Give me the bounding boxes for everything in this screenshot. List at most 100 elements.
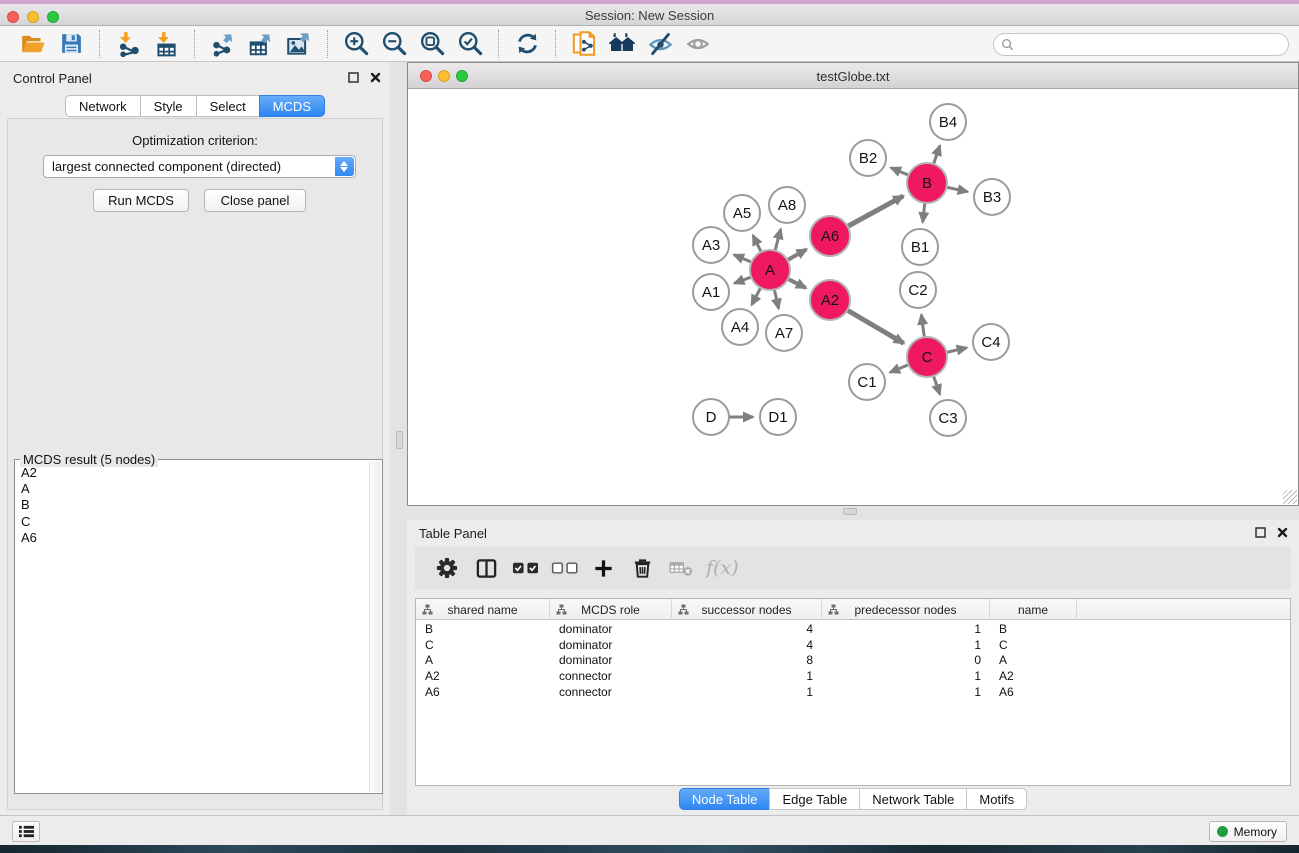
graph-node-A8[interactable]: A8	[768, 186, 806, 224]
search-box	[993, 33, 1289, 56]
criterion-select[interactable]: largest connected component (directed)	[43, 155, 356, 178]
network-view-window: testGlobe.txt B4 B2 B B3 A8A5 A6 A3 B1 A C2 A1 A2 A4…	[407, 62, 1299, 506]
close-panel-icon[interactable]	[369, 71, 382, 84]
graph-node-C4[interactable]: C4	[972, 323, 1010, 361]
function-builder-icon[interactable]: f(x)	[706, 557, 739, 579]
graph-node-A1[interactable]: A1	[692, 273, 730, 311]
table-row[interactable]: Adominator80A	[416, 653, 1290, 669]
column-header-predecessor-nodes[interactable]: predecessor nodes	[822, 599, 990, 620]
task-history-icon[interactable]	[12, 821, 40, 842]
graph-node-C[interactable]: C	[906, 336, 948, 378]
tab-mcds[interactable]: MCDS	[259, 95, 325, 117]
close-panel-button[interactable]: Close panel	[204, 189, 306, 212]
toolbar-separator	[555, 30, 556, 58]
graph-node-C2[interactable]: C2	[899, 271, 937, 309]
graph-node-B1[interactable]: B1	[901, 228, 939, 266]
window-resize-grip[interactable]	[1283, 490, 1297, 504]
table-row[interactable]: Bdominator41B	[416, 621, 1290, 637]
float-panel-icon[interactable]	[1254, 526, 1267, 539]
memory-button[interactable]: Memory	[1209, 821, 1287, 842]
control-panel-title: Control Panel	[13, 71, 92, 86]
graph-node-A4[interactable]: A4	[721, 308, 759, 346]
delete-table-icon[interactable]	[665, 552, 697, 584]
graph-node-A7[interactable]: A7	[765, 314, 803, 352]
create-column-icon[interactable]	[587, 552, 619, 584]
graph-node-A2[interactable]: A2	[809, 279, 851, 321]
mcds-result-item[interactable]: C	[15, 514, 369, 530]
status-bar: Memory	[0, 815, 1299, 845]
main-titlebar: Session: New Session	[0, 4, 1299, 26]
table-row[interactable]: A6connector11A6	[416, 684, 1290, 700]
tab-motifs[interactable]: Motifs	[966, 788, 1027, 810]
table-toolbar: f(x)	[415, 546, 1291, 590]
open-session-icon[interactable]	[14, 28, 52, 60]
application-window: Session: New Session	[0, 0, 1299, 853]
export-network-icon[interactable]	[204, 28, 242, 60]
select-all-columns-icon[interactable]	[509, 552, 541, 584]
export-image-icon[interactable]	[280, 28, 318, 60]
graph-node-B4[interactable]: B4	[929, 103, 967, 141]
export-table-icon[interactable]	[242, 28, 280, 60]
graph-node-C1[interactable]: C1	[848, 363, 886, 401]
network-canvas[interactable]: B4 B2 B B3 A8A5 A6 A3 B1 A C2 A1 A2 A4A7 C4 C C1 C3 D D1	[408, 89, 1298, 505]
column-header-successor-nodes[interactable]: successor nodes	[672, 599, 822, 620]
graph-node-D1[interactable]: D1	[759, 398, 797, 436]
tab-edge-table[interactable]: Edge Table	[769, 788, 860, 810]
unselect-all-columns-icon[interactable]	[548, 552, 580, 584]
zoom-in-icon[interactable]	[337, 28, 375, 60]
table-panel: Table Panel	[407, 520, 1299, 815]
run-mcds-button[interactable]: Run MCDS	[93, 189, 189, 212]
split-view-icon[interactable]	[470, 552, 502, 584]
window-title: Session: New Session	[0, 8, 1299, 23]
float-panel-icon[interactable]	[347, 71, 360, 84]
clone-network-icon[interactable]	[565, 28, 603, 60]
tab-network[interactable]: Network	[65, 95, 141, 117]
mcds-result-item[interactable]: A	[15, 481, 369, 497]
table-row[interactable]: A2connector11A2	[416, 668, 1290, 684]
search-input[interactable]	[1018, 36, 1288, 54]
tab-style[interactable]: Style	[140, 95, 197, 117]
show-panels-icon[interactable]	[679, 28, 717, 60]
mcds-result-item[interactable]: B	[15, 497, 369, 513]
column-header-shared-name[interactable]: shared name	[416, 599, 550, 620]
network-window-title: testGlobe.txt	[408, 69, 1298, 84]
zoom-out-icon[interactable]	[375, 28, 413, 60]
mcds-result-item[interactable]: A6	[15, 530, 369, 546]
mcds-result-box: MCDS result (5 nodes) A2ABCA6	[14, 459, 383, 794]
close-panel-icon[interactable]	[1276, 526, 1289, 539]
network-window-titlebar[interactable]: testGlobe.txt	[408, 63, 1298, 89]
graph-node-B[interactable]: B	[906, 162, 948, 204]
select-stepper-icon[interactable]	[335, 157, 354, 176]
zoom-fit-icon[interactable]	[413, 28, 451, 60]
tab-select[interactable]: Select	[196, 95, 260, 117]
panel-divider-grip-bottom[interactable]	[843, 508, 857, 515]
settings-gear-icon[interactable]	[431, 552, 463, 584]
graph-node-D[interactable]: D	[692, 398, 730, 436]
hide-panels-icon[interactable]	[641, 28, 679, 60]
import-network-icon[interactable]	[109, 28, 147, 60]
graph-node-B3[interactable]: B3	[973, 178, 1011, 216]
save-session-icon[interactable]	[52, 28, 90, 60]
home-icon[interactable]	[603, 28, 641, 60]
graph-node-A5[interactable]: A5	[723, 194, 761, 232]
toolbar-separator	[194, 30, 195, 58]
mcds-result-item[interactable]: A2	[15, 465, 369, 481]
table-panel-title: Table Panel	[419, 526, 487, 541]
tab-network-table[interactable]: Network Table	[859, 788, 967, 810]
graph-node-A3[interactable]: A3	[692, 226, 730, 264]
column-header-MCDS-role[interactable]: MCDS role	[550, 599, 672, 620]
column-header-name[interactable]: name	[990, 599, 1077, 620]
panel-divider-grip-left[interactable]	[396, 431, 403, 449]
table-row[interactable]: Cdominator41C	[416, 637, 1290, 653]
zoom-selected-icon[interactable]	[451, 28, 489, 60]
desktop-bottom-strip	[0, 845, 1299, 853]
graph-node-A[interactable]: A	[749, 249, 791, 291]
graph-node-C3[interactable]: C3	[929, 399, 967, 437]
refresh-icon[interactable]	[508, 28, 546, 60]
graph-node-B2[interactable]: B2	[849, 139, 887, 177]
import-table-icon[interactable]	[147, 28, 185, 60]
tab-node-table[interactable]: Node Table	[679, 788, 771, 810]
delete-columns-icon[interactable]	[626, 552, 658, 584]
graph-node-A6[interactable]: A6	[809, 215, 851, 257]
toolbar-separator	[99, 30, 100, 58]
